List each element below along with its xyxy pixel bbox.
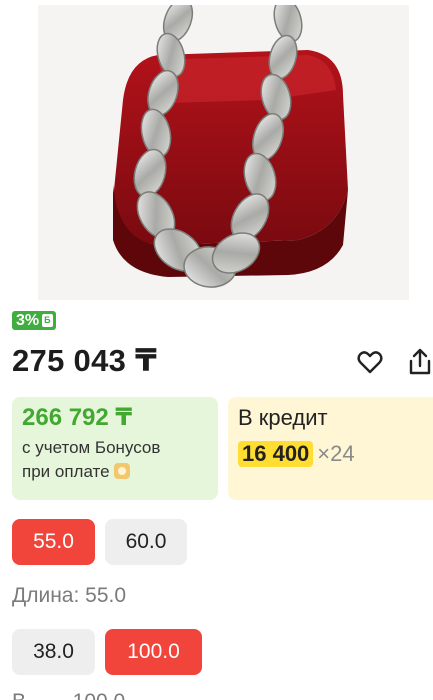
bonus-currency-mark: Б xyxy=(42,314,53,327)
size-option-55[interactable]: 55.0 xyxy=(12,519,95,565)
share-button[interactable] xyxy=(405,347,433,377)
bonus-price: 266 792 ₸ xyxy=(22,404,133,431)
credit-terms: 16 400 ×24 xyxy=(238,441,423,467)
weight-label-partial: В... ... 100.0 xyxy=(12,690,125,700)
credit-monthly-amount: 16 400 xyxy=(238,441,314,467)
heart-icon xyxy=(357,351,383,374)
weight-option-38[interactable]: 38.0 xyxy=(12,629,95,675)
length-label: Длина: 55.0 xyxy=(12,584,127,607)
credit-card[interactable]: В кредит 16 400 ×24 xyxy=(228,397,433,500)
bonus-note: с учетом Бонусов при оплате xyxy=(22,436,208,484)
product-image[interactable] xyxy=(38,5,409,300)
chain-on-red-box-photo xyxy=(38,5,409,300)
bonus-coin-icon xyxy=(113,463,130,479)
bonus-note-line1: с учетом Бонусов xyxy=(22,438,161,457)
price-row: 275 043 ₸ xyxy=(12,343,432,383)
bonus-price-card[interactable]: 266 792 ₸ с учетом Бонусов при оплате xyxy=(12,397,218,500)
bonus-note-line2: при оплате xyxy=(22,462,110,481)
credit-title: В кредит xyxy=(238,405,328,430)
share-icon xyxy=(409,348,431,375)
size-option-60[interactable]: 60.0 xyxy=(105,519,187,565)
weight-option-100[interactable]: 100.0 xyxy=(105,629,202,675)
credit-months: ×24 xyxy=(317,441,355,466)
product-price: 275 043 ₸ xyxy=(12,343,157,378)
bonus-percent-badge: 3% Б xyxy=(12,311,56,330)
bonus-percent: 3% xyxy=(16,312,40,329)
favorite-button[interactable] xyxy=(355,347,385,377)
